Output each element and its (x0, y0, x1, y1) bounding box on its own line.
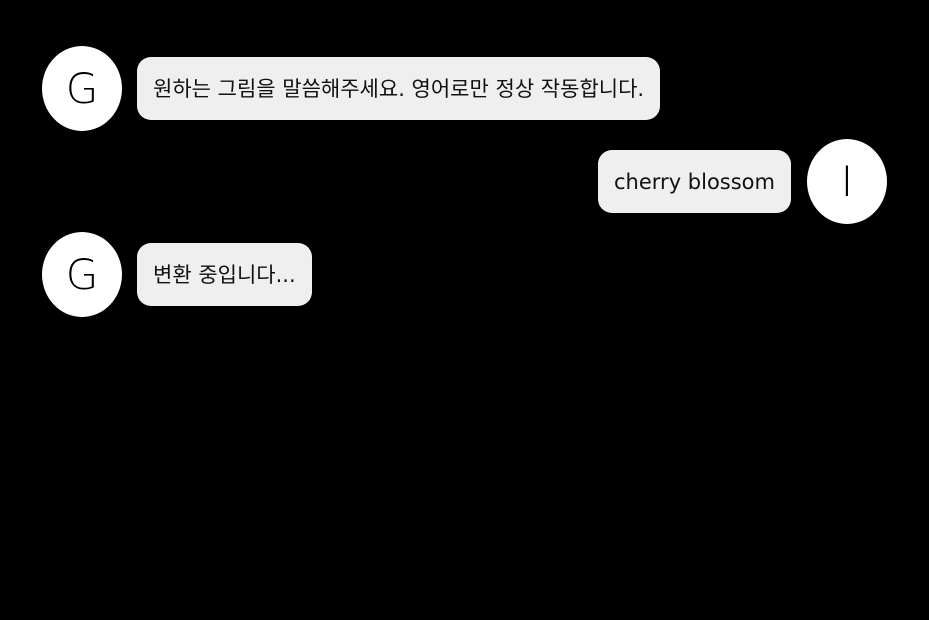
user-message-row: cherry blossom I (598, 139, 887, 224)
user-avatar: I (807, 139, 887, 224)
bot-avatar: G (42, 46, 122, 131)
bot-message-row: G 원하는 그림을 말씀해주세요. 영어로만 정상 작동합니다. (42, 46, 661, 131)
bot-message-row: G 변환 중입니다... (42, 232, 312, 317)
user-message-bubble: cherry blossom (598, 150, 791, 213)
bot-avatar: G (42, 232, 122, 317)
bot-message-bubble: 변환 중입니다... (137, 243, 312, 306)
bot-message-bubble: 원하는 그림을 말씀해주세요. 영어로만 정상 작동합니다. (137, 57, 661, 120)
chat-window: G 원하는 그림을 말씀해주세요. 영어로만 정상 작동합니다. cherry … (0, 0, 929, 620)
